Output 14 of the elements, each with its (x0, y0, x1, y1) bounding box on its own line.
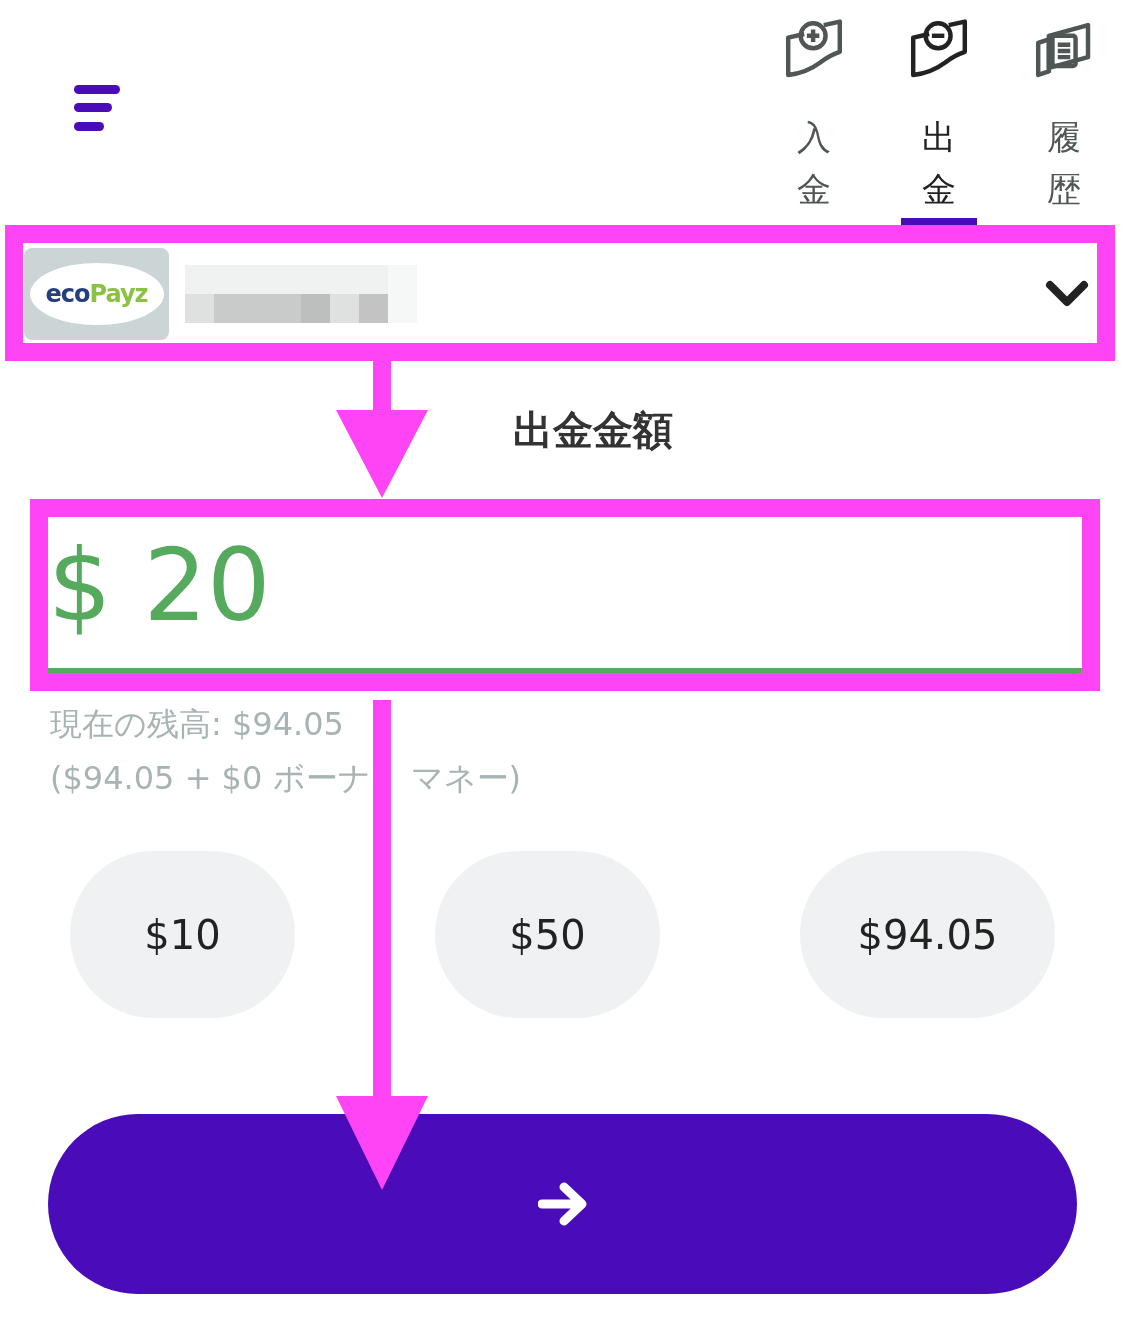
menu-icon[interactable] (72, 85, 122, 131)
ecopayz-logo: ecoPayz (24, 248, 169, 340)
amount-label: 出金金額 (512, 405, 673, 455)
chevron-down-icon (1045, 280, 1089, 308)
arrow-right-icon (537, 1182, 588, 1226)
nav-tab[interactable]: 出金 (906, 18, 972, 225)
quick-amount-button[interactable]: $10 (70, 851, 295, 1018)
balance-text: 現在の残高: $94.05 (50, 704, 345, 745)
balance-text: ($94.05 + $0 ボーナ (50, 758, 371, 799)
quick-amount-button[interactable]: $94.05 (800, 851, 1055, 1018)
nav-tab[interactable]: 入金 (781, 18, 847, 225)
balance-text: マネー) (410, 758, 521, 799)
nav-tab[interactable]: 履歴 (1031, 18, 1097, 225)
quick-amount-button[interactable]: $50 (435, 851, 660, 1018)
